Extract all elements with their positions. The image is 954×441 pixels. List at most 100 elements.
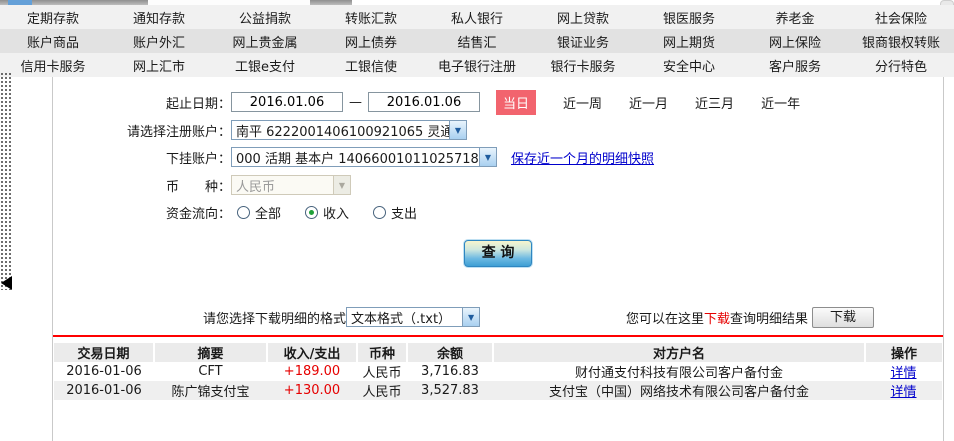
dropdown-arrow-icon: ▼ [449, 121, 466, 139]
download-hint-prefix: 您可以在这里 [625, 311, 704, 327]
query-panel: 起止日期： — 当日 近一周 近一月 近三月 近一年 请选择注册账户： 南平 6… [52, 77, 944, 441]
download-button[interactable]: 下载 [812, 306, 874, 328]
menu-item-online-insurance[interactable]: 网上保险 [742, 32, 848, 51]
cell-counterparty: 支付宝（中国）网络技术有限公司客户备付金 [493, 381, 865, 400]
menu-item-branch-features[interactable]: 分行特色 [848, 56, 954, 75]
dropdown-arrow-icon: ▼ [462, 308, 480, 326]
menu-item-notice-deposit[interactable]: 通知存款 [106, 8, 212, 27]
header-action: 操作 [865, 343, 942, 362]
collapse-left-arrow-icon [1, 276, 12, 290]
dropdown-arrow-icon: ▼ [479, 148, 496, 166]
flow-option-all[interactable]: 全部 [237, 203, 281, 222]
range-last-month-button[interactable]: 近一月 [629, 93, 668, 112]
date-to-input[interactable] [368, 92, 480, 112]
menu-item-fx-settlement[interactable]: 结售汇 [424, 32, 530, 51]
detail-link[interactable]: 详情 [890, 385, 916, 400]
range-last-week-button[interactable]: 近一周 [563, 93, 602, 112]
header-income-expense: 收入/支出 [267, 343, 358, 362]
menu-item-precious-metal[interactable]: 网上贵金属 [212, 32, 318, 51]
header-trade-date: 交易日期 [54, 343, 155, 362]
menu-item-online-bonds[interactable]: 网上债券 [318, 32, 424, 51]
flow-option-income-label: 收入 [323, 206, 350, 222]
range-last-3-months-button[interactable]: 近三月 [695, 93, 734, 112]
cell-currency: 人民币 [357, 381, 407, 400]
cell-trade-date: 2016-01-06 [54, 381, 154, 400]
sub-account-row: 下挂账户： 000 活期 基本户 1406600101102571848 ▼ 保… [53, 145, 943, 169]
red-divider-line [53, 335, 943, 337]
register-account-row: 请选择注册账户： 南平 6222001406100921065 灵通卡 ▼ [53, 118, 943, 142]
download-format-select[interactable]: 文本格式（.txt） ▼ [346, 307, 481, 327]
radio-unchecked-icon [373, 205, 387, 219]
save-snapshot-link[interactable]: 保存近一个月的明细快照 [511, 148, 654, 167]
currency-select: 人民币 ▼ [231, 175, 351, 195]
flow-option-expense-label: 支出 [391, 206, 418, 222]
currency-value: 人民币 [236, 179, 276, 195]
menu-item-private-banking[interactable]: 私人银行 [424, 8, 530, 27]
menu-item-online-loan[interactable]: 网上贷款 [530, 8, 636, 27]
cell-summary: CFT [198, 364, 223, 379]
menu-row-1: 定期存款 通知存款 公益捐款 转账汇款 私人银行 网上贷款 银医服务 养老金 社… [0, 5, 954, 29]
menu-item-fixed-deposit[interactable]: 定期存款 [0, 8, 106, 27]
menu-item-bank-securities[interactable]: 银证业务 [530, 32, 636, 51]
cell-balance: 3,527.83 [407, 381, 493, 400]
range-today-button[interactable]: 当日 [496, 89, 537, 115]
cell-amount: +189.00 [283, 364, 341, 379]
cell-currency: 人民币 [362, 366, 402, 381]
cell-summary: 陈广锦支付宝 [154, 381, 267, 400]
menu-item-icbc-epay[interactable]: 工银e支付 [212, 56, 318, 75]
menu-item-ebanking-register[interactable]: 电子银行注册 [424, 56, 530, 75]
flow-option-expense[interactable]: 支出 [373, 203, 417, 222]
menu-item-transfer-remit[interactable]: 转账汇款 [318, 8, 424, 27]
radio-unchecked-icon [237, 205, 250, 219]
menu-item-credit-card-service[interactable]: 信用卡服务 [0, 56, 106, 75]
date-from-input[interactable] [231, 92, 343, 112]
menu-item-customer-service[interactable]: 客户服务 [742, 56, 848, 75]
download-format-label: 请您选择下载明细的格式 [203, 311, 347, 327]
table-row: 2016-01-06 陈广锦支付宝 +130.00 人民币 3,527.83 支… [54, 381, 942, 400]
currency-row: 币 种： 人民币 ▼ [53, 173, 943, 197]
cell-trade-date: 2016-01-06 [66, 364, 142, 379]
menu-item-account-products[interactable]: 账户商品 [0, 32, 106, 51]
table-header-row: 交易日期 摘要 收入/支出 币种 余额 对方户名 操作 [54, 343, 942, 362]
cell-balance: 3,716.83 [421, 364, 479, 379]
menu-item-charity-donation[interactable]: 公益捐款 [212, 8, 318, 27]
download-row: 请您选择下载明细的格式 文本格式（.txt） ▼ 您可以在这里 下载 查询明细结… [53, 306, 943, 328]
header-currency: 币种 [357, 343, 408, 362]
radio-checked-icon [305, 205, 319, 219]
menu-item-social-insurance[interactable]: 社会保险 [848, 8, 954, 27]
fund-flow-row: 资金流向： 全部 收入 支出 [53, 200, 943, 224]
detail-link[interactable]: 详情 [890, 366, 916, 381]
menu-item-pension[interactable]: 养老金 [742, 8, 848, 27]
menu-row-3: 信用卡服务 网上汇市 工银e支付 工银信使 电子银行注册 银行卡服务 安全中心 … [0, 53, 954, 77]
menu-row-2: 账户商品 账户外汇 网上贵金属 网上债券 结售汇 银证业务 网上期货 网上保险 … [0, 29, 954, 53]
sidebar-collapse-handle[interactable] [0, 72, 13, 290]
sub-account-label: 下挂账户： [165, 151, 231, 167]
query-button[interactable]: 查 询 [464, 240, 532, 267]
dropdown-arrow-icon: ▼ [333, 176, 350, 194]
register-account-value: 南平 6222001406100921065 灵通卡 [236, 124, 449, 140]
menu-item-bank-medical[interactable]: 银医服务 [636, 8, 742, 27]
banking-page: 定期存款 通知存款 公益捐款 转账汇款 私人银行 网上贷款 银医服务 养老金 社… [0, 0, 954, 441]
menu-item-online-futures[interactable]: 网上期货 [636, 32, 742, 51]
table-row: 2016-01-06 CFT +189.00 人民币 3,716.83 财付通支… [54, 362, 942, 381]
fund-flow-label: 资金流向： [165, 206, 231, 222]
top-navigation-menu: 定期存款 通知存款 公益捐款 转账汇款 私人银行 网上贷款 银医服务 养老金 社… [0, 5, 954, 77]
menu-item-account-forex[interactable]: 账户外汇 [106, 32, 212, 51]
sub-account-select[interactable]: 000 活期 基本户 1406600101102571848 ▼ [231, 147, 497, 167]
register-account-label: 请选择注册账户： [126, 124, 231, 140]
menu-item-online-fx-market[interactable]: 网上汇市 [106, 56, 212, 75]
menu-item-security-center[interactable]: 安全中心 [636, 56, 742, 75]
header-summary: 摘要 [154, 343, 268, 362]
download-format-value: 文本格式（.txt） [351, 311, 452, 327]
flow-option-income[interactable]: 收入 [305, 203, 349, 222]
date-range-row: 起止日期： — 当日 近一周 近一月 近三月 近一年 [53, 89, 943, 115]
register-account-select[interactable]: 南平 6222001406100921065 灵通卡 ▼ [231, 120, 467, 140]
cell-amount: +130.00 [267, 381, 357, 400]
range-last-year-button[interactable]: 近一年 [761, 93, 800, 112]
menu-item-bank-merchant-transfer[interactable]: 银商银权转账 [848, 32, 954, 51]
currency-label: 币 种： [165, 179, 231, 195]
menu-item-bankcard-service[interactable]: 银行卡服务 [530, 56, 636, 75]
download-hint-link[interactable]: 下载 [704, 308, 730, 327]
menu-item-icbc-messenger[interactable]: 工银信使 [318, 56, 424, 75]
download-hint-group: 您可以在这里 下载 查询明细结果 下载 [625, 306, 874, 328]
